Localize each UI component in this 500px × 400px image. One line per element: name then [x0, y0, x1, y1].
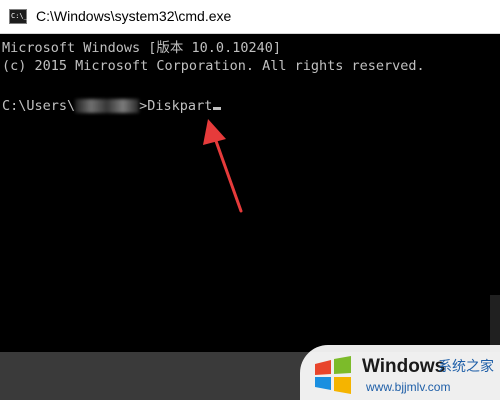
blurred-username [75, 99, 140, 113]
watermark-brand: Windows [362, 356, 446, 377]
console-line-copyright: (c) 2015 Microsoft Corporation. All righ… [2, 58, 425, 74]
console-prompt-line[interactable]: C:\Users\ >Diskpart [2, 96, 222, 116]
prompt-prefix: C:\Users\ [2, 98, 76, 114]
title-bar[interactable]: C:\_ C:\Windows\system32\cmd.exe [0, 0, 500, 34]
window-title: C:\Windows\system32\cmd.exe [36, 8, 232, 24]
text-cursor [213, 107, 222, 110]
typed-command: Diskpart [147, 98, 213, 114]
windows-logo-icon [315, 356, 351, 394]
watermark-url: www.bjjmlv.com [366, 380, 451, 394]
cmd-icon: C:\_ [9, 9, 28, 24]
watermark-brand-cn: 系统之家 [438, 359, 494, 375]
cmd-window[interactable]: C:\_ C:\Windows\system32\cmd.exe Microso… [0, 0, 500, 352]
scrollbar-edge [490, 295, 500, 352]
console-line-version: Microsoft Windows [版本 10.0.10240] [2, 40, 281, 56]
console-area[interactable]: Microsoft Windows [版本 10.0.10240] (c) 20… [0, 34, 500, 352]
cmd-icon-text: C:\_ [11, 12, 28, 20]
